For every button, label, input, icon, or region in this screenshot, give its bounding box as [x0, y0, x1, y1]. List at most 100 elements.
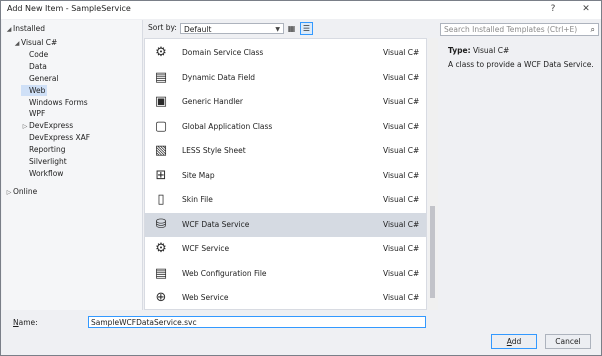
tree-item-label: Reporting [29, 145, 66, 155]
sort-by-select[interactable]: Default ▼ [180, 23, 284, 34]
template-name: WCF Data Service [182, 219, 250, 229]
tree-item-online[interactable]: ▷ Online [5, 186, 38, 198]
tree-item-label: DevExpress [29, 121, 74, 131]
expand-triangle-icon[interactable]: ▷ [21, 121, 29, 132]
expand-triangle-icon[interactable]: ▷ [5, 187, 13, 198]
chevron-down-icon: ▼ [275, 26, 280, 33]
search-input[interactable]: Search Installed Templates (Ctrl+E) ⌕ [440, 23, 599, 36]
list-view-button[interactable]: ☰ [300, 22, 313, 35]
tree-item-label: Silverlight [29, 157, 67, 166]
tree-item-wpf[interactable]: WPF [21, 108, 45, 119]
web-service-icon: ⊕ [155, 290, 167, 305]
tree-item-reporting[interactable]: Reporting [21, 144, 65, 155]
template-language: Visual C# [383, 72, 420, 82]
skin-file-icon: ▯ [157, 192, 165, 207]
window-title: Add New Item - SampleService [7, 4, 131, 13]
template-name: Web Configuration File [182, 268, 267, 278]
title-bar: Add New Item - SampleService ? ✕ [1, 1, 601, 19]
cancel-button[interactable]: Cancel [545, 334, 591, 349]
tree-item-label: Online [13, 186, 38, 196]
tree-item-label: Web [29, 85, 46, 95]
tree-item-label: Data [29, 61, 47, 71]
expand-triangle-icon[interactable]: ◢ [5, 26, 13, 33]
template-list-scrollbar[interactable] [428, 38, 438, 310]
tree-item-windows-forms[interactable]: Windows Forms [21, 97, 88, 108]
tree-item-code[interactable]: Code [21, 49, 48, 60]
template-name: Site Map [182, 170, 215, 180]
template-name: WCF Service [182, 244, 230, 253]
tree-item-label: WPF [29, 109, 46, 119]
domain-service-icon: ⚙ [155, 45, 167, 60]
add-button[interactable]: Add [491, 334, 537, 349]
template-name: Dynamic Data Field [182, 72, 256, 82]
tree-item-workflow[interactable]: Workflow [21, 168, 63, 179]
template-language: Visual C# [383, 121, 420, 131]
tree-item-label: Windows Forms [29, 97, 88, 107]
template-row[interactable]: ▤ Web Configuration File Visual C# [145, 262, 426, 286]
tree-item-label: Workflow [29, 168, 64, 178]
template-row[interactable]: ▢ Global Application Class Visual C# [145, 115, 426, 139]
scrollbar-thumb[interactable] [430, 206, 435, 298]
template-row[interactable]: ⊞ Site Map Visual C# [145, 164, 426, 188]
template-name: Global Application Class [182, 121, 273, 131]
expand-triangle-icon[interactable]: ◢ [13, 38, 21, 49]
tree-item-label: Visual C# [21, 38, 58, 47]
tree-header-installed[interactable]: ◢ Installed [5, 24, 137, 35]
generic-handler-icon: ▣ [154, 94, 168, 109]
tree-item-web[interactable]: Web [21, 84, 48, 96]
wcf-service-icon: ⚙ [155, 241, 167, 256]
tree-item-devexpress-xaf[interactable]: DevExpress XAF [21, 132, 90, 143]
dialog-window: Add New Item - SampleService ? ✕ ◢ Instal… [0, 0, 602, 356]
tree-item-label: General [29, 73, 59, 83]
template-language: Visual C# [383, 97, 420, 106]
template-description: A class to provide a WCF Data Service. [448, 60, 594, 69]
template-language: Visual C# [383, 219, 420, 229]
template-row[interactable]: ⛁ WCF Data Service Visual C# [145, 212, 426, 237]
template-category-tree: ◢ Installed ◢ Visual C# Code Data General Web W… [2, 20, 143, 310]
tree-item-data[interactable]: Data [21, 61, 47, 72]
template-row[interactable]: ▯ Skin File Visual C# [145, 188, 426, 212]
template-language: Visual C# [383, 170, 420, 180]
type-label: Type: [448, 46, 471, 55]
global-application-class-icon: ▢ [154, 118, 168, 134]
search-placeholder: Search Installed Templates (Ctrl+E) [444, 25, 578, 34]
tree-item-silverlight[interactable]: Silverlight [21, 156, 67, 167]
template-row[interactable]: ▧ LESS Style Sheet Visual C# [145, 139, 426, 163]
tree-item-label: Code [29, 49, 49, 59]
close-button[interactable]: ✕ [579, 3, 593, 16]
sort-by-value: Default [184, 25, 212, 34]
tree-item-label: DevExpress XAF [29, 133, 91, 143]
site-map-icon: ⊞ [155, 167, 167, 183]
list-toolbar: Sort by: Default ▼ ▦ ☰ [144, 20, 434, 37]
details-panel: Search Installed Templates (Ctrl+E) ⌕ Ty… [440, 20, 601, 310]
type-line: Type: Visual C# [448, 46, 509, 55]
template-name: Generic Handler [182, 97, 243, 106]
help-button[interactable]: ? [546, 3, 560, 16]
type-value: Visual C# [472, 46, 510, 55]
template-row[interactable]: ⚙ Domain Service Class Visual C# [145, 41, 426, 65]
tree-item-visual-c-[interactable]: ◢ Visual C# [13, 37, 58, 49]
template-language: Visual C# [383, 244, 420, 253]
name-label: Name: [13, 318, 38, 327]
wcf-data-service-icon: ⛁ [155, 216, 167, 232]
search-icon[interactable]: ⌕ [591, 24, 595, 36]
template-row[interactable]: ▤ Dynamic Data Field Visual C# [145, 66, 426, 90]
less-style-sheet-icon: ▧ [154, 143, 168, 158]
template-language: Visual C# [383, 146, 420, 155]
tree-item-general[interactable]: General [21, 73, 59, 84]
dynamic-data-field-icon: ▤ [154, 69, 168, 85]
template-row[interactable]: ⚙ WCF Service Visual C# [145, 237, 426, 261]
name-input[interactable]: SampleWCFDataService.svc [88, 316, 426, 328]
template-name: Domain Service Class [182, 48, 264, 57]
small-icons-view-button[interactable]: ▦ [285, 22, 298, 35]
sort-by-label: Sort by: [148, 23, 177, 32]
template-language: Visual C# [383, 195, 420, 204]
template-name: Web Service [182, 293, 229, 302]
template-name: Skin File [182, 195, 213, 204]
web-config-file-icon: ▤ [154, 265, 168, 281]
tree-item-devexpress[interactable]: ▷ DevExpress [21, 120, 73, 131]
dialog-footer: Name: SampleWCFDataService.svc Add Cance… [1, 311, 601, 355]
template-language: Visual C# [383, 293, 420, 302]
template-row[interactable]: ▣ Generic Handler Visual C# [145, 90, 426, 114]
template-row[interactable]: ⊕ Web Service Visual C# [145, 286, 426, 309]
